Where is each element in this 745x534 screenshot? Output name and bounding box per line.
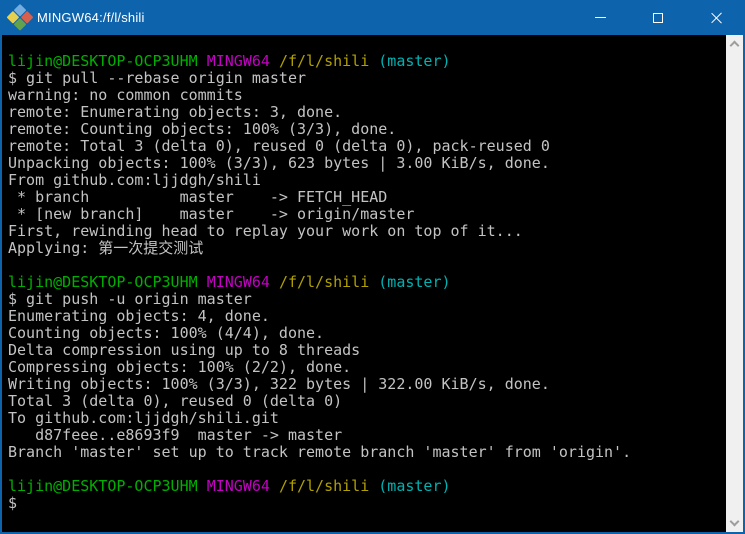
window-controls <box>571 0 745 35</box>
terminal-line: Counting objects: 100% (4/4), done. <box>8 324 325 342</box>
terminal-line: To github.com:ljjdgh/shili.git <box>8 409 279 427</box>
terminal-line: $ <box>8 494 18 512</box>
terminal-line: lijin@DESKTOP-OCP3UHM MINGW64 /f/l/shili… <box>8 273 451 291</box>
terminal-line: remote: Enumerating objects: 3, done. <box>8 103 343 121</box>
msys-diamond-icon <box>6 3 34 31</box>
minimize-button[interactable] <box>571 0 629 35</box>
maximize-icon <box>653 12 663 23</box>
terminal-line: warning: no common commits <box>8 86 243 104</box>
terminal-line: Writing objects: 100% (3/3), 322 bytes |… <box>8 375 550 393</box>
terminal-line: Branch 'master' set up to track remote b… <box>8 443 632 461</box>
chevron-up-icon <box>729 40 740 51</box>
terminal-line: d87feee..e8693f9 master -> master <box>8 426 343 444</box>
terminal-line: remote: Total 3 (delta 0), reused 0 (del… <box>8 137 550 155</box>
close-button[interactable] <box>687 0 745 35</box>
scroll-up-button[interactable] <box>726 35 743 52</box>
terminal-line: Compressing objects: 100% (2/2), done. <box>8 358 352 376</box>
terminal-line: From github.com:ljjdgh/shili <box>8 171 261 189</box>
terminal-line: * branch master -> FETCH_HEAD <box>8 188 388 206</box>
terminal-body: lijin@DESKTOP-OCP3UHM MINGW64 /f/l/shili… <box>2 35 743 532</box>
scrollbar-track[interactable] <box>726 52 743 515</box>
terminal-line: Applying: 第一次提交测试 <box>8 239 204 257</box>
terminal-line: First, rewinding head to replay your wor… <box>8 222 523 240</box>
minimize-icon <box>594 17 606 18</box>
terminal-output[interactable]: lijin@DESKTOP-OCP3UHM MINGW64 /f/l/shili… <box>2 35 726 532</box>
terminal-line: lijin@DESKTOP-OCP3UHM MINGW64 /f/l/shili… <box>8 52 451 70</box>
window-title: MINGW64:/f/l/shili <box>37 10 145 25</box>
terminal-line: Delta compression using up to 8 threads <box>8 341 361 359</box>
terminal-line: $ git pull --rebase origin master <box>8 69 307 87</box>
terminal-line: Unpacking objects: 100% (3/3), 623 bytes… <box>8 154 550 172</box>
terminal-line: $ git push -u origin master <box>8 290 252 308</box>
terminal-line: Enumerating objects: 4, done. <box>8 307 270 325</box>
chevron-down-icon <box>729 516 740 527</box>
terminal-line: Total 3 (delta 0), reused 0 (delta 0) <box>8 392 343 410</box>
terminal-line: lijin@DESKTOP-OCP3UHM MINGW64 /f/l/shili… <box>8 477 451 495</box>
titlebar: MINGW64:/f/l/shili <box>0 0 745 35</box>
mintty-window: MINGW64:/f/l/shili lijin@DESKTOP-OCP3UHM… <box>0 0 745 534</box>
scroll-down-button[interactable] <box>726 515 743 532</box>
terminal-line: * [new branch] master -> origin/master <box>8 205 415 223</box>
terminal-line: remote: Counting objects: 100% (3/3), do… <box>8 120 397 138</box>
close-icon <box>710 12 722 24</box>
scrollbar[interactable] <box>726 35 743 532</box>
maximize-button[interactable] <box>629 0 687 35</box>
